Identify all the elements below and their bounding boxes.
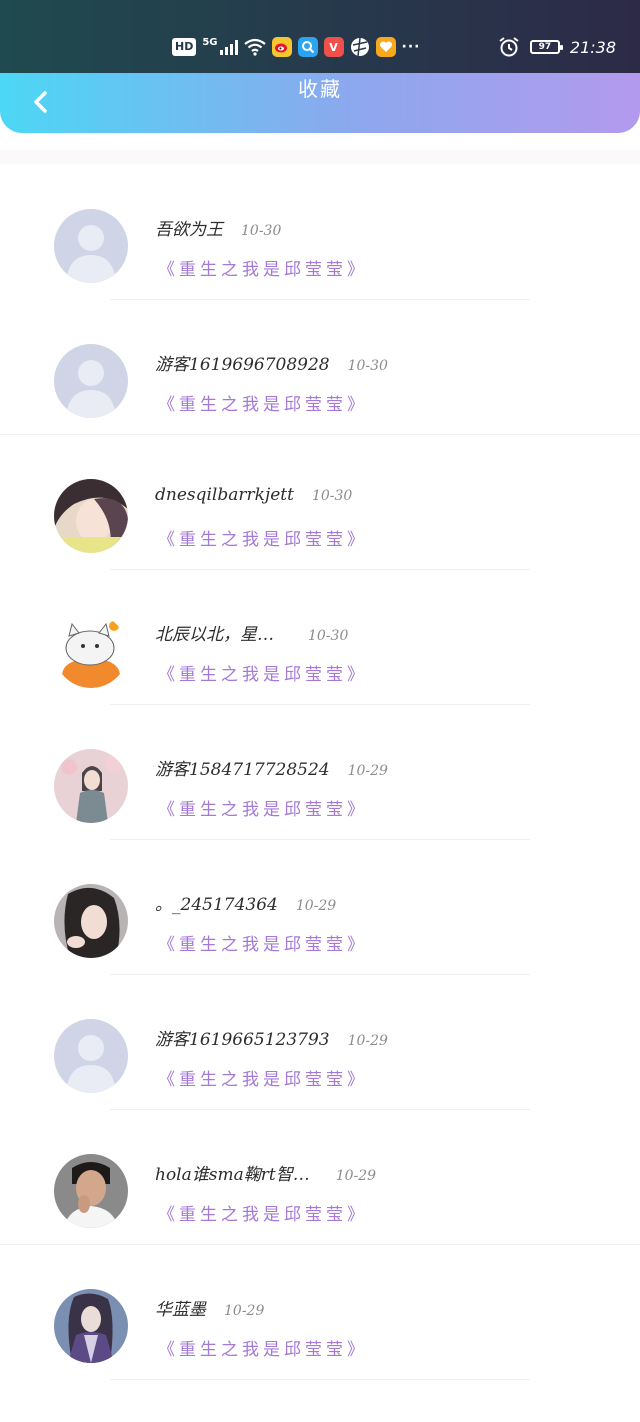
list-item[interactable]: 吾欲为王 10-30 《重生之我是邱莹莹》 bbox=[0, 165, 640, 300]
page-title: 收藏 bbox=[298, 77, 342, 101]
avatar[interactable] bbox=[54, 1289, 128, 1363]
list-item[interactable]: 游客1584717728524 10-29 《重生之我是邱莹莹》 bbox=[0, 705, 640, 840]
date: 10-29 bbox=[347, 763, 388, 779]
browser-icon bbox=[350, 37, 370, 57]
weibo-icon bbox=[271, 37, 292, 57]
hd-badge: HD bbox=[172, 38, 197, 56]
search-app-icon bbox=[297, 37, 318, 57]
signal-icon bbox=[219, 39, 238, 55]
avatar[interactable] bbox=[54, 749, 128, 823]
list-item[interactable]: dnesqilbarrkjett 10-30 《重生之我是邱莹莹》 bbox=[0, 435, 640, 570]
header-bar: 收藏 bbox=[0, 73, 640, 133]
clock: 21:38 bbox=[569, 37, 616, 57]
user-name: dnesqilbarrkjett 10-30 bbox=[155, 485, 353, 505]
date: 10-30 bbox=[308, 628, 349, 644]
user-name: 。_245174364 10-29 bbox=[155, 895, 337, 915]
list-item[interactable]: hola谁sma鞠rt智… 10-29 《重生之我是邱莹莹》 bbox=[0, 1110, 640, 1245]
book-title[interactable]: 《重生之我是邱莹莹》 bbox=[158, 255, 368, 280]
list-item[interactable]: 游客1619665123793 10-29 《重生之我是邱莹莹》 bbox=[0, 975, 640, 1110]
heart-app-icon bbox=[375, 37, 396, 57]
user-name: 华蓝墨 10-29 bbox=[155, 1300, 265, 1320]
avatar[interactable] bbox=[54, 209, 128, 283]
date: 10-29 bbox=[347, 1033, 388, 1049]
avatar[interactable] bbox=[54, 884, 128, 958]
list-item[interactable]: 游客1619696708928 10-30 《重生之我是邱莹莹》 bbox=[0, 300, 640, 435]
avatar[interactable] bbox=[54, 1019, 128, 1093]
date: 10-29 bbox=[224, 1303, 265, 1319]
date: 10-29 bbox=[295, 898, 337, 914]
list-item[interactable]: 华蓝墨 10-29 《重生之我是邱莹莹》 bbox=[0, 1245, 640, 1380]
book-title[interactable]: 《重生之我是邱莹莹》 bbox=[158, 930, 368, 955]
wifi-icon bbox=[243, 38, 266, 56]
top-spacer bbox=[0, 150, 640, 164]
date: 10-30 bbox=[311, 488, 353, 504]
book-title[interactable]: 《重生之我是邱莹莹》 bbox=[158, 525, 368, 550]
date: 10-30 bbox=[241, 223, 282, 239]
avatar[interactable] bbox=[54, 1154, 128, 1228]
date: 10-30 bbox=[347, 358, 388, 374]
user-name: 游客1619696708928 10-30 bbox=[155, 355, 388, 375]
avatar[interactable] bbox=[54, 479, 128, 553]
user-name: 游客1584717728524 10-29 bbox=[155, 760, 388, 780]
vip-app-icon: V bbox=[323, 37, 344, 57]
status-right: 97 21:38 bbox=[498, 35, 616, 59]
user-name: 北辰以北，星… 10-30 bbox=[155, 625, 349, 645]
network-type: 5G bbox=[202, 36, 218, 48]
avatar[interactable] bbox=[54, 614, 128, 688]
list-item[interactable]: 北辰以北，星… 10-30 《重生之我是邱莹莹》 bbox=[0, 570, 640, 705]
avatar[interactable] bbox=[54, 344, 128, 418]
book-title[interactable]: 《重生之我是邱莹莹》 bbox=[158, 660, 368, 685]
book-title[interactable]: 《重生之我是邱莹莹》 bbox=[158, 390, 368, 415]
alarm-icon bbox=[499, 37, 519, 57]
user-name: hola谁sma鞠rt智… 10-29 bbox=[155, 1165, 377, 1185]
more-notifications-icon: ··· bbox=[401, 39, 421, 55]
battery-icon: 97 bbox=[529, 40, 563, 54]
book-title[interactable]: 《重生之我是邱莹莹》 bbox=[158, 1200, 368, 1225]
status-left: HD 5G V ··· bbox=[172, 36, 420, 58]
book-title[interactable]: 《重生之我是邱莹莹》 bbox=[158, 1335, 368, 1360]
book-title[interactable]: 《重生之我是邱莹莹》 bbox=[158, 1065, 368, 1090]
list-item[interactable]: 。_245174364 10-29 《重生之我是邱莹莹》 bbox=[0, 840, 640, 975]
favorites-list: 吾欲为王 10-30 《重生之我是邱莹莹》 游客1619696708928 10-3… bbox=[0, 165, 640, 1380]
date: 10-29 bbox=[335, 1168, 377, 1184]
book-title[interactable]: 《重生之我是邱莹莹》 bbox=[158, 795, 368, 820]
user-name: 吾欲为王 10-30 bbox=[155, 220, 282, 240]
user-name: 游客1619665123793 10-29 bbox=[155, 1030, 388, 1050]
divider bbox=[110, 1379, 530, 1380]
